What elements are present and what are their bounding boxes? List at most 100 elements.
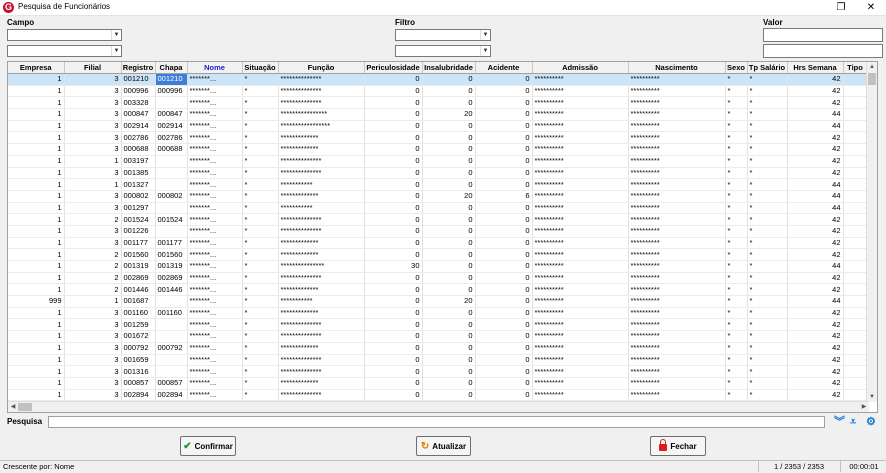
- table-cell: [155, 330, 188, 343]
- close-button[interactable]: Fechar: [650, 436, 706, 456]
- table-row[interactable]: 1 3 000857 000857 *******... * ************* 0 0…: [8, 377, 868, 390]
- table-row[interactable]: 1 2 001319 001319 *******... * ***************…: [8, 260, 868, 273]
- vertical-scroll-thumb[interactable]: [868, 73, 876, 85]
- table-cell: 0: [364, 96, 423, 110]
- table-row[interactable]: 1 3 000792 000792 *******... * ************* 0 0…: [8, 342, 868, 355]
- table-cell: 42: [787, 342, 844, 355]
- filtro-select-2[interactable]: ▼: [395, 45, 491, 57]
- horizontal-scroll-thumb[interactable]: [18, 403, 32, 411]
- column-header[interactable]: Filial: [64, 62, 122, 74]
- table-cell: 1: [8, 108, 65, 121]
- table-row[interactable]: 1 3 001385 *******... * ************** 0 0 0 ****…: [8, 167, 868, 180]
- column-header[interactable]: Situação: [242, 62, 279, 74]
- table-cell: *******...: [187, 131, 243, 145]
- table-row[interactable]: 1 3 001226 *******... * ************** 0 0 0 ****…: [8, 225, 868, 238]
- table-row[interactable]: 1 3 001316 *******... * ************** 0 0 0 ****…: [8, 365, 868, 378]
- column-header[interactable]: Função: [278, 62, 365, 74]
- table-cell: **********: [628, 143, 726, 156]
- table-row[interactable]: 1 3 000847 000847 *******... * ***************…: [8, 108, 868, 121]
- table-cell: *: [747, 389, 788, 402]
- table-cell: *: [242, 377, 279, 390]
- table-cell: 0: [364, 131, 423, 145]
- campo-select-1[interactable]: ▼: [7, 29, 122, 41]
- table-cell: *******...: [187, 389, 243, 402]
- confirm-button[interactable]: ✔ Confirmar: [180, 436, 236, 456]
- table-cell: *: [242, 73, 279, 86]
- double-chevron-down-icon[interactable]: ︾: [834, 416, 845, 428]
- table-cell: *******...: [187, 213, 243, 226]
- column-header[interactable]: Sexo: [725, 62, 748, 74]
- horizontal-scrollbar[interactable]: ◀ ▶: [8, 401, 869, 412]
- table-row[interactable]: 1 2 001446 001446 *******... * ************* 0 0…: [8, 283, 868, 297]
- table-cell: *: [747, 237, 788, 250]
- table-cell: *: [725, 248, 748, 261]
- column-header[interactable]: Registro: [121, 62, 156, 74]
- table-cell: [843, 377, 868, 390]
- restore-window-button[interactable]: ❐: [826, 0, 856, 15]
- valor-input-1[interactable]: [763, 28, 883, 42]
- gear-icon[interactable]: ⚙: [866, 416, 876, 428]
- table-row[interactable]: 1 2 001524 001524 *******... * ************** 0…: [8, 213, 868, 226]
- column-header[interactable]: Acidente: [475, 62, 533, 74]
- table-row[interactable]: 1 1 001327 *******... * *********** 0 0 0 *******…: [8, 178, 868, 191]
- column-header[interactable]: Tipo: [843, 62, 868, 74]
- table-row[interactable]: 1 3 002894 002894 *******... * ************** 0…: [8, 389, 868, 402]
- table-row[interactable]: 1 2 001560 001560 *******... * ************* 0 0…: [8, 248, 868, 261]
- table-row[interactable]: 1 3 003328 *******... * ************** 0 0 0 ****…: [8, 96, 868, 110]
- close-window-button[interactable]: ✕: [856, 0, 886, 15]
- table-row[interactable]: 999 1 001687 *******... * *********** 0 20 0 ****…: [8, 295, 868, 308]
- table-cell: **********: [628, 237, 726, 250]
- chevron-down-bar-icon[interactable]: ⩡: [850, 416, 856, 428]
- column-header[interactable]: Empresa: [8, 62, 65, 74]
- table-cell: 3: [64, 237, 122, 250]
- table-row[interactable]: 1 3 001160 001160 *******... * ************* 0 0…: [8, 307, 868, 320]
- table-cell: **********: [532, 73, 629, 86]
- table-cell: 0: [475, 108, 533, 121]
- campo-label: Campo: [7, 18, 35, 27]
- table-cell: *: [725, 307, 748, 320]
- table-row[interactable]: 1 3 001259 *******... * ************** 0 0 0 ****…: [8, 318, 868, 332]
- table-cell: **********: [628, 73, 726, 86]
- table-cell: *************: [278, 143, 365, 156]
- table-row[interactable]: 1 3 001210 001210 *******... * ************** 0…: [8, 73, 868, 86]
- table-cell: 001259: [121, 318, 156, 332]
- table-row[interactable]: 1 3 000802 000802 *******... * ************* 0 2…: [8, 190, 868, 203]
- table-row[interactable]: 1 1 003197 *******... * ************** 0 0 0 ****…: [8, 155, 868, 168]
- table-row[interactable]: 1 3 001659 *******... * ************** 0 0 0 ****…: [8, 354, 868, 367]
- scroll-left-icon[interactable]: ◀: [8, 402, 18, 412]
- vertical-scrollbar[interactable]: ▲ ▼: [866, 62, 877, 402]
- column-header[interactable]: Nome: [187, 62, 243, 74]
- valor-input-2[interactable]: [763, 44, 883, 58]
- table-cell: [155, 225, 188, 238]
- campo-select-2[interactable]: ▼: [7, 45, 122, 57]
- column-header[interactable]: Periculosidade: [364, 62, 423, 74]
- table-cell: 1: [8, 143, 65, 156]
- table-row[interactable]: 1 3 002786 002786 *******... * ************* 0 0…: [8, 131, 868, 145]
- table-cell: 42: [787, 237, 844, 250]
- table-cell: **************: [278, 167, 365, 180]
- scroll-up-icon[interactable]: ▲: [867, 62, 877, 72]
- table-row[interactable]: 1 3 002914 002914 *******... * ***************…: [8, 120, 868, 133]
- table-cell: 002786: [155, 131, 188, 145]
- column-header[interactable]: Chapa: [155, 62, 188, 74]
- employee-grid[interactable]: Empresa Filial Registro Chapa Nome Situação Fu…: [7, 61, 878, 413]
- table-row[interactable]: 1 3 000996 000996 *******... * ************** 0…: [8, 85, 868, 98]
- table-row[interactable]: 1 3 001297 *******... * *********** 0 0 0 *******…: [8, 202, 868, 215]
- filtro-select-1[interactable]: ▼: [395, 29, 491, 41]
- scroll-right-icon[interactable]: ▶: [859, 402, 869, 412]
- table-cell: 0: [475, 131, 533, 145]
- column-header[interactable]: Admissão: [532, 62, 629, 74]
- table-row[interactable]: 1 2 002869 002869 *******... * ************** 0…: [8, 272, 868, 285]
- search-input[interactable]: [48, 416, 825, 428]
- table-cell: 1: [8, 120, 65, 133]
- table-row[interactable]: 1 3 001672 *******... * ************** 0 0 0 ****…: [8, 330, 868, 343]
- table-cell: 0: [475, 213, 533, 226]
- table-row[interactable]: 1 3 000688 000688 *******... * ************* 0 0…: [8, 143, 868, 156]
- column-header[interactable]: Insalubridade: [422, 62, 476, 74]
- table-row[interactable]: 1 3 001177 001177 *******... * ************* 0 0…: [8, 237, 868, 250]
- column-header[interactable]: Nascimento: [628, 62, 726, 74]
- column-header[interactable]: Hrs Semana: [787, 62, 844, 74]
- column-header[interactable]: Tp Salário: [747, 62, 788, 74]
- table-cell: *: [747, 260, 788, 273]
- refresh-button[interactable]: ↻ Atualizar: [416, 436, 471, 456]
